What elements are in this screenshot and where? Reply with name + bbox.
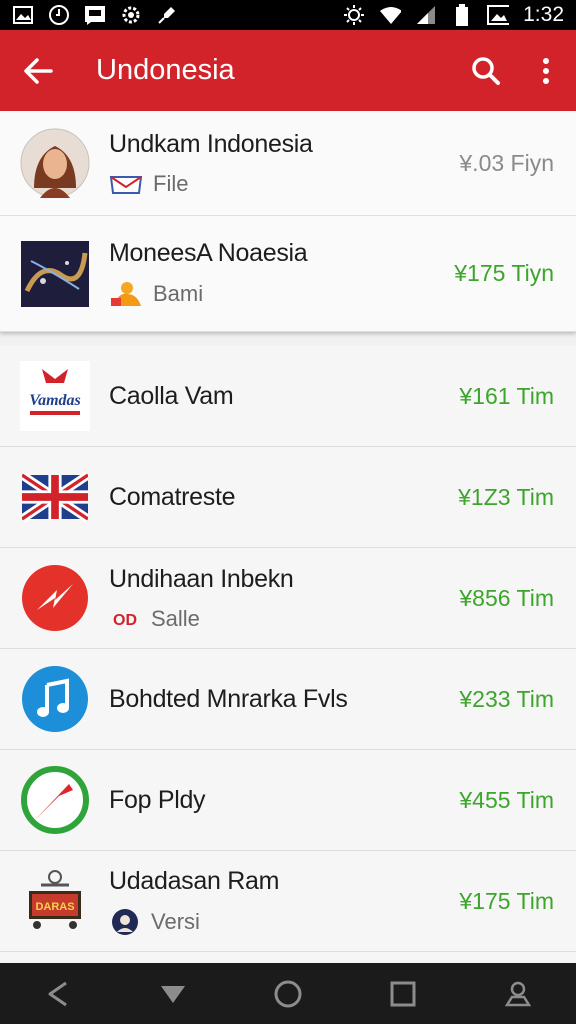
home-circle-icon bbox=[274, 980, 302, 1007]
settings-icon bbox=[120, 5, 142, 25]
battery-icon bbox=[451, 4, 473, 26]
item-sub-label: Salle bbox=[151, 605, 200, 631]
card-group: Undkam Indonesia File ¥.03 Fiyn MoneesA … bbox=[0, 111, 576, 332]
more-vert-icon bbox=[543, 57, 549, 84]
list-item[interactable]: Fop Pldy ¥455 Tim bbox=[0, 750, 576, 851]
list-item[interactable]: Undihaan Inbekn OD Salle ¥856 Tim bbox=[0, 548, 576, 649]
item-price: ¥233 Tim bbox=[459, 685, 554, 712]
list-item[interactable]: Bohdted Mnrarka Fvls ¥233 Tim bbox=[0, 649, 576, 750]
list-item[interactable]: DARAS Udadasan Ram Versi ¥175 Tim bbox=[0, 851, 576, 952]
nav-recents-button[interactable] bbox=[378, 969, 428, 1019]
thumbnail-image bbox=[20, 239, 90, 309]
item-price: ¥175 Tim bbox=[459, 887, 554, 914]
alarm-icon bbox=[48, 5, 70, 25]
pin-icon bbox=[156, 5, 178, 25]
badge-text: OD bbox=[113, 612, 137, 629]
clock: 1:32 bbox=[523, 3, 564, 26]
arrow-left-icon bbox=[24, 57, 53, 84]
person-emoji-icon bbox=[111, 282, 141, 306]
item-sub-label: Bami bbox=[153, 281, 204, 306]
gallery-icon bbox=[12, 5, 34, 25]
item-price: ¥856 Tim bbox=[459, 584, 554, 611]
brightness-icon bbox=[343, 5, 365, 25]
search-button[interactable] bbox=[456, 30, 516, 111]
wifi-icon bbox=[379, 5, 402, 25]
item-price: ¥455 Tim bbox=[459, 786, 554, 813]
person-outline-icon bbox=[505, 981, 532, 1006]
signal-icon bbox=[415, 5, 437, 25]
overflow-menu-button[interactable] bbox=[516, 30, 576, 111]
results-list: Undkam Indonesia File ¥.03 Fiyn MoneesA … bbox=[0, 111, 576, 963]
item-price: ¥1Z3 Tim bbox=[458, 483, 554, 510]
item-price: ¥161 Tim bbox=[459, 382, 554, 409]
back-triangle-icon bbox=[48, 981, 67, 1006]
nav-back-button[interactable] bbox=[33, 969, 83, 1019]
nav-account-button[interactable] bbox=[493, 969, 543, 1019]
page-title: Undonesia bbox=[96, 54, 235, 86]
sign-cart-icon: DARAS bbox=[20, 866, 90, 936]
avatar bbox=[20, 128, 90, 198]
list-item[interactable]: Undkam Indonesia File ¥.03 Fiyn bbox=[0, 111, 576, 216]
status-right: 1:32 bbox=[343, 3, 564, 27]
status-left bbox=[12, 5, 178, 25]
green-app-icon bbox=[20, 765, 90, 835]
brand-logo: Vamdas bbox=[20, 361, 90, 431]
sign-text: DARAS bbox=[35, 901, 74, 913]
list-item[interactable]: Vamdas Caolla Vam ¥161 Tim bbox=[0, 346, 576, 447]
item-sub-label: Versi bbox=[151, 908, 200, 934]
back-button[interactable] bbox=[0, 30, 76, 111]
screenshot-icon bbox=[487, 5, 510, 25]
list-item[interactable] bbox=[0, 952, 576, 963]
logo-text: Vamdas bbox=[29, 392, 81, 409]
item-price: ¥175 Tiyn bbox=[454, 260, 554, 286]
user-avatar-icon bbox=[112, 908, 138, 935]
triangle-down-icon bbox=[160, 985, 185, 1003]
search-icon bbox=[472, 56, 500, 85]
uk-flag-icon bbox=[20, 462, 90, 532]
system-nav-bar bbox=[0, 963, 576, 1024]
message-icon bbox=[84, 5, 106, 25]
nav-down-button[interactable] bbox=[148, 969, 198, 1019]
lightning-app-icon bbox=[20, 563, 90, 633]
list-item[interactable]: Comatreste ¥1Z3 Tim bbox=[0, 447, 576, 548]
status-bar: 1:32 bbox=[0, 0, 576, 30]
list-item[interactable]: MoneesA Noaesia Bami ¥175 Tiyn bbox=[0, 216, 576, 332]
music-app-icon bbox=[20, 664, 90, 734]
item-sub-label: File bbox=[153, 170, 189, 196]
mail-icon bbox=[109, 175, 143, 194]
app-bar: Undonesia bbox=[0, 30, 576, 111]
recents-square-icon bbox=[390, 981, 416, 1006]
brand-badge-icon: OD bbox=[113, 612, 137, 629]
nav-home-button[interactable] bbox=[263, 969, 313, 1019]
item-price: ¥.03 Fiyn bbox=[459, 149, 554, 176]
